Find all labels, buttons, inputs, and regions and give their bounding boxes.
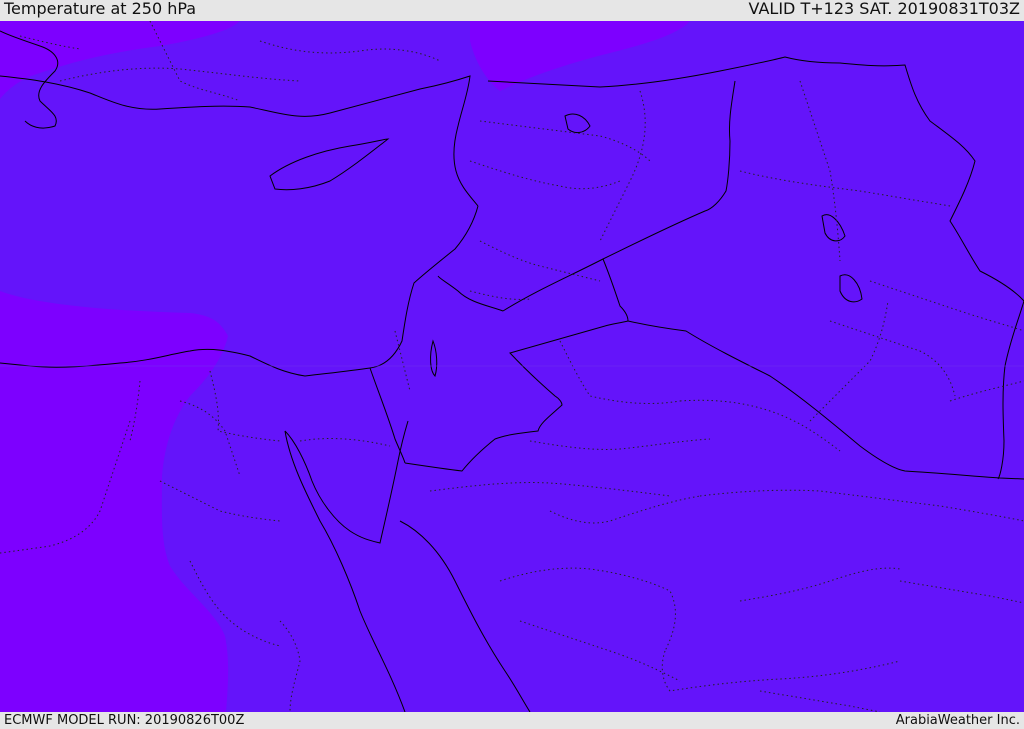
header-bar: Temperature at 250 hPa VALID T+123 SAT. … <box>0 0 1024 21</box>
map-canvas[interactable] <box>0 21 1024 712</box>
credit-label: ArabiaWeather Inc. <box>895 713 1020 728</box>
model-run-label: ECMWF MODEL RUN: 20190826T00Z <box>4 713 245 728</box>
map-title: Temperature at 250 hPa <box>4 0 197 18</box>
valid-time: VALID T+123 SAT. 20190831T03Z <box>748 0 1020 18</box>
temperature-map[interactable] <box>0 21 1024 712</box>
map-window: Temperature at 250 hPa VALID T+123 SAT. … <box>0 0 1024 729</box>
footer-bar: ECMWF MODEL RUN: 20190826T00Z ArabiaWeat… <box>0 712 1024 729</box>
